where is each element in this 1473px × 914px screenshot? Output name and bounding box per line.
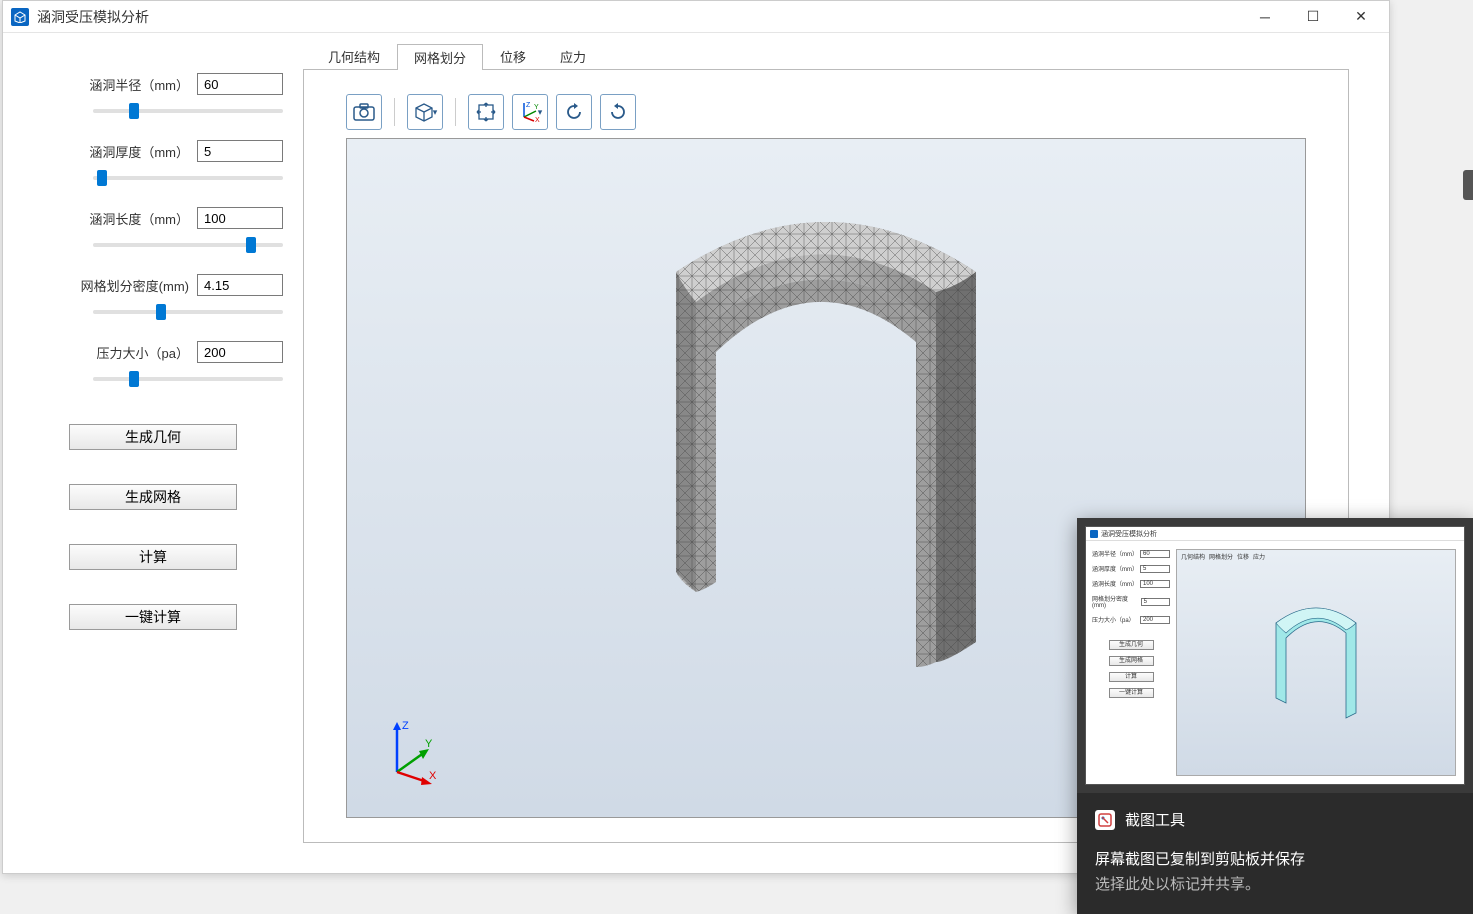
action-buttons: 生成几何 生成网格 计算 一键计算 [23,424,283,630]
pressure-input[interactable] [197,341,283,363]
tabs: 几何结构 网格划分 位移 应力 [303,43,1349,69]
toolbar-separator [394,98,395,126]
param-pressure: 压力大小（pa） [23,341,283,384]
rotate-left-icon[interactable] [556,94,592,130]
notification[interactable]: 涵洞受压模拟分析 涵洞半径（mm）60 涵洞厚度（mm）5 涵洞长度（mm）10… [1077,518,1473,914]
close-button[interactable]: ✕ [1341,3,1381,31]
svg-text:X: X [429,770,437,782]
tab-geometry[interactable]: 几何结构 [311,43,397,69]
notification-line1: 屏幕截图已复制到剪贴板并保存 [1095,848,1455,869]
thickness-slider[interactable] [93,176,283,180]
param-label: 涵洞厚度（mm） [89,142,189,161]
generate-mesh-button[interactable]: 生成网格 [69,484,237,510]
notification-app-name: 截图工具 [1125,809,1185,830]
snipping-tool-icon [1095,810,1115,830]
camera-icon[interactable] [346,94,382,130]
tab-mesh[interactable]: 网格划分 [397,44,483,70]
mesh-density-slider[interactable] [93,310,283,314]
svg-text:Z: Z [526,102,531,109]
notification-thumbnail: 涵洞受压模拟分析 涵洞半径（mm）60 涵洞厚度（mm）5 涵洞长度（mm）10… [1077,518,1473,793]
generate-geometry-button[interactable]: 生成几何 [69,424,237,450]
param-radius: 涵洞半径（mm） [23,73,283,116]
param-length: 涵洞长度（mm） [23,207,283,250]
param-thickness: 涵洞厚度（mm） [23,140,283,183]
mesh-density-input[interactable] [197,274,283,296]
param-label: 涵洞长度（mm） [89,209,189,228]
length-input[interactable] [197,207,283,229]
toolbar-separator [455,98,456,126]
sidebar: 涵洞半径（mm） 涵洞厚度（mm） 涵洞长度（mm） [3,33,303,873]
param-label: 压力大小（pa） [97,343,189,362]
tab-stress[interactable]: 应力 [543,43,603,69]
titlebar: 涵洞受压模拟分析 ─ ☐ ✕ [3,1,1389,33]
thickness-input[interactable] [197,140,283,162]
param-label: 网格划分密度(mm) [81,276,189,295]
pressure-slider[interactable] [93,377,283,381]
window-title: 涵洞受压模拟分析 [37,7,1245,27]
cube-icon[interactable]: ▾ [407,94,443,130]
param-label: 涵洞半径（mm） [89,75,189,94]
length-slider[interactable] [93,243,283,247]
notification-line2: 选择此处以标记并共享。 [1095,873,1455,894]
right-edge-tab[interactable] [1463,170,1473,200]
one-click-compute-button[interactable]: 一键计算 [69,604,237,630]
fit-icon[interactable] [468,94,504,130]
tab-displacement[interactable]: 位移 [483,43,543,69]
notification-body: 截图工具 屏幕截图已复制到剪贴板并保存 选择此处以标记并共享。 [1077,793,1473,914]
mesh-model [636,192,1016,712]
app-icon [11,8,29,26]
maximize-button[interactable]: ☐ [1293,3,1333,31]
svg-text:X: X [535,117,540,123]
radius-input[interactable] [197,73,283,95]
axis-triad: Z Y X [377,717,447,787]
axes-icon[interactable]: Z Y X ▾ [512,94,548,130]
svg-text:Z: Z [402,720,409,732]
thumb-title: 涵洞受压模拟分析 [1101,529,1157,539]
param-mesh-density: 网格划分密度(mm) [23,274,283,317]
svg-text:Y: Y [425,738,433,750]
rotate-right-icon[interactable] [600,94,636,130]
viewport-toolbar: ▾ Z Y X ▾ [346,94,1306,130]
compute-button[interactable]: 计算 [69,544,237,570]
minimize-button[interactable]: ─ [1245,3,1285,31]
radius-slider[interactable] [93,109,283,113]
